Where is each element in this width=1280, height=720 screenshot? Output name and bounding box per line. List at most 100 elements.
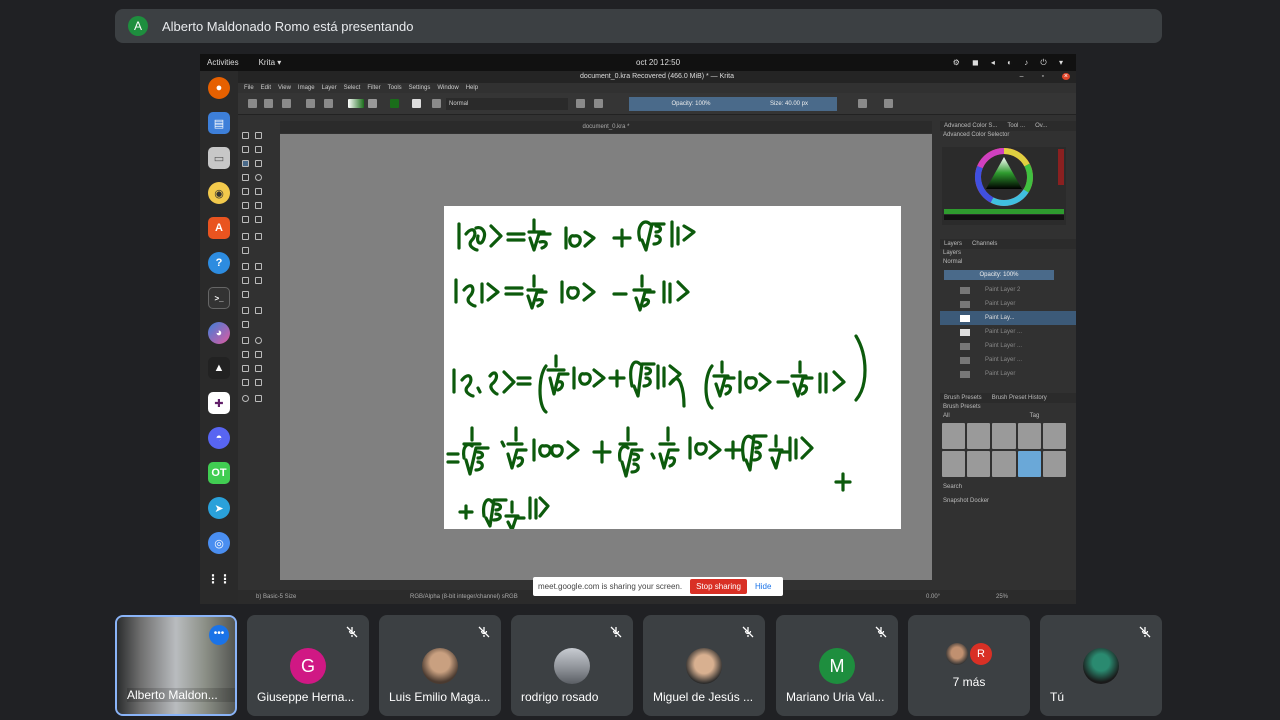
- color-sampler-tool[interactable]: [255, 263, 262, 270]
- crop-tool[interactable]: [242, 247, 249, 254]
- close-icon[interactable]: ×: [1061, 73, 1070, 80]
- menu-settings[interactable]: Settings: [409, 83, 431, 93]
- layer-item[interactable]: Paint Layer: [940, 367, 1076, 381]
- brush-preset[interactable]: [1042, 423, 1066, 449]
- undo-icon[interactable]: [306, 99, 315, 108]
- smart-patch-tool[interactable]: [255, 277, 262, 284]
- reference-tool[interactable]: [242, 321, 249, 328]
- transform-tool[interactable]: [242, 233, 249, 240]
- bezier-select-tool[interactable]: [242, 379, 249, 386]
- gradient-icon[interactable]: [348, 99, 364, 108]
- app-menu[interactable]: Krita ▾: [259, 58, 282, 67]
- tab-tool-options[interactable]: Tool ...: [1007, 121, 1025, 131]
- telegram-icon[interactable]: ➤: [208, 497, 230, 519]
- measure-tool[interactable]: [255, 307, 262, 314]
- magnetic-select-tool[interactable]: [255, 379, 262, 386]
- tab-channels[interactable]: Channels: [972, 239, 997, 249]
- open-document-icon[interactable]: [264, 99, 273, 108]
- tab-brush-history[interactable]: Brush Preset History: [992, 393, 1047, 403]
- brush-preset[interactable]: [967, 423, 991, 449]
- participant-tile-self[interactable]: Tú: [1040, 615, 1162, 716]
- activities-button[interactable]: Activities: [207, 58, 239, 67]
- menu-view[interactable]: View: [278, 83, 291, 93]
- freehand-path-tool[interactable]: [255, 202, 262, 209]
- calligraphy-tool[interactable]: [255, 146, 262, 153]
- new-document-icon[interactable]: [248, 99, 257, 108]
- document-icon[interactable]: ▤: [208, 112, 230, 134]
- zoom-tool[interactable]: [242, 395, 249, 402]
- pattern-icon[interactable]: [368, 99, 377, 108]
- brush-preset[interactable]: [992, 451, 1016, 477]
- participant-tile[interactable]: M Mariano Uria Val...: [776, 615, 898, 716]
- show-apps-icon[interactable]: ⋮⋮: [207, 568, 231, 590]
- help-icon[interactable]: ?: [208, 252, 230, 274]
- save-icon[interactable]: [282, 99, 291, 108]
- polygon-tool[interactable]: [242, 188, 249, 195]
- slack-icon[interactable]: ✚: [208, 392, 230, 414]
- layers-blend-select[interactable]: Normal: [940, 258, 1076, 267]
- advanced-color-selector[interactable]: [942, 147, 1066, 225]
- mirror-icon[interactable]: [858, 99, 867, 108]
- brush-preset[interactable]: [1042, 451, 1066, 477]
- freehand-select-tool[interactable]: [255, 351, 262, 358]
- status-zoom[interactable]: 25%: [996, 590, 1008, 604]
- opacity-slider[interactable]: Opacity: 100%: [629, 97, 753, 111]
- participant-tile[interactable]: G Giuseppe Herna...: [247, 615, 369, 716]
- tab-brush-presets[interactable]: Brush Presets: [944, 393, 982, 403]
- tab-layers[interactable]: Layers: [944, 239, 962, 249]
- participant-tile[interactable]: Miguel de Jesús ...: [643, 615, 765, 716]
- rhythmbox-icon[interactable]: ◉: [208, 182, 230, 204]
- canvas-area[interactable]: [280, 134, 932, 580]
- assistant-tool[interactable]: [242, 307, 249, 314]
- edit-shape-tool[interactable]: [242, 146, 249, 153]
- tab-overview[interactable]: Ov...: [1035, 121, 1047, 131]
- contiguous-select-tool[interactable]: [242, 365, 249, 372]
- eraser-icon[interactable]: [576, 99, 585, 108]
- brush-preset[interactable]: [942, 451, 966, 477]
- color-wheel[interactable]: [942, 147, 1066, 225]
- software-store-icon[interactable]: A: [208, 217, 230, 239]
- mirror-vertical-icon[interactable]: [884, 99, 893, 108]
- size-slider[interactable]: Size: 40.00 px: [741, 97, 837, 111]
- brush-preset-icon[interactable]: [412, 99, 421, 108]
- participant-tile[interactable]: rodrigo rosado: [511, 615, 633, 716]
- firefox-icon[interactable]: ●: [208, 77, 230, 99]
- rectangle-tool[interactable]: [242, 174, 249, 181]
- brush-preset-selected[interactable]: [1017, 451, 1041, 477]
- brush-preset[interactable]: [967, 451, 991, 477]
- layer-item[interactable]: Paint Layer 2: [940, 283, 1076, 297]
- text-tool[interactable]: [255, 132, 262, 139]
- colorize-mask-tool[interactable]: [242, 277, 249, 284]
- multibrush-tool[interactable]: [255, 216, 262, 223]
- blend-mode-select[interactable]: Normal: [446, 98, 568, 110]
- clock[interactable]: oct 20 12:50: [636, 58, 680, 67]
- fill-tool[interactable]: [242, 291, 249, 298]
- menu-file[interactable]: File: [244, 83, 254, 93]
- system-tray-icons[interactable]: ⚙ ◼ ◂ ◐ ♪ ⏻ ▾: [953, 58, 1068, 68]
- participant-tile-more[interactable]: R 7 más: [908, 615, 1030, 716]
- menu-window[interactable]: Window: [437, 83, 458, 93]
- line-tool[interactable]: [255, 160, 262, 167]
- preserve-alpha-icon[interactable]: [594, 99, 603, 108]
- ellipse-tool[interactable]: [255, 174, 262, 181]
- participant-tile-presenter[interactable]: ••• Alberto Maldon...: [115, 615, 237, 716]
- brush-search[interactable]: Search: [940, 483, 962, 492]
- chromium-icon[interactable]: ◎: [208, 532, 230, 554]
- rect-select-tool[interactable]: [242, 337, 249, 344]
- terminal-icon[interactable]: >_: [208, 287, 230, 309]
- menu-edit[interactable]: Edit: [261, 83, 271, 93]
- krita-icon[interactable]: ◕: [208, 322, 230, 344]
- menu-filter[interactable]: Filter: [367, 83, 380, 93]
- document-tab[interactable]: document_0.kra *: [280, 121, 932, 133]
- brush-preset[interactable]: [1017, 423, 1041, 449]
- hide-notice-button[interactable]: Hide: [755, 582, 771, 591]
- discord-icon[interactable]: ◓: [208, 427, 230, 449]
- bezier-tool[interactable]: [242, 202, 249, 209]
- participant-tile[interactable]: Luis Emilio Maga...: [379, 615, 501, 716]
- redo-icon[interactable]: [324, 99, 333, 108]
- tab-advanced-color[interactable]: Advanced Color S...: [944, 121, 997, 131]
- brush-settings-icon[interactable]: [432, 99, 441, 108]
- move-tool[interactable]: [255, 233, 262, 240]
- stop-sharing-button[interactable]: Stop sharing: [690, 579, 747, 594]
- polyline-tool[interactable]: [255, 188, 262, 195]
